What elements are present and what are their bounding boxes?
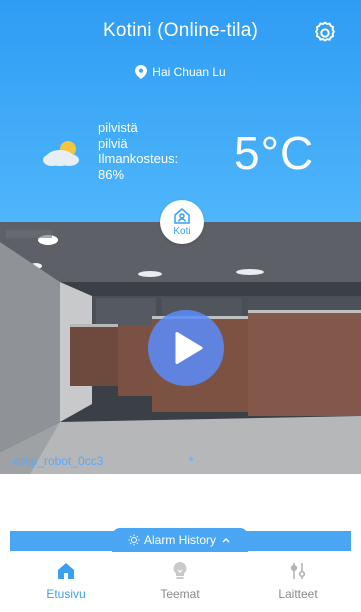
tab-home-label: Etusivu (46, 587, 86, 601)
alarm-history-button[interactable]: Alarm History (112, 528, 248, 552)
tab-home[interactable]: Etusivu (26, 560, 106, 601)
location-pin-icon (135, 65, 148, 79)
home-tab-icon (58, 563, 74, 579)
play-button[interactable] (148, 310, 224, 386)
home-button[interactable]: Koti (160, 200, 204, 244)
bulb-icon (128, 534, 140, 546)
weather-condition: pilvistä (98, 120, 138, 135)
partly-cloudy-icon (43, 141, 79, 166)
home-label: Koti (173, 226, 191, 237)
humidity-label: Ilmankosteus: (98, 151, 179, 166)
page-title: Kotini (Online-tila) (103, 20, 258, 41)
location: Hai Chuan Lu (0, 65, 361, 79)
tab-themes[interactable]: Teemat (140, 560, 220, 601)
play-icon (175, 332, 203, 364)
tab-devices-label: Laitteet (278, 587, 318, 601)
sliders-icon (290, 563, 306, 579)
camera-device-name: xmjp_robot_0cc3 (12, 454, 104, 468)
tab-devices[interactable]: Laitteet (258, 560, 338, 601)
weather-details: pilvistä pilviä Ilmankosteus: 86% (98, 120, 208, 182)
home-icon (174, 208, 190, 224)
weather-sky: pilviä (98, 135, 128, 151)
weather-header: Kotini (Online-tila) Hai Chuan Lu pilvis… (0, 0, 361, 222)
bottom-tab-bar: Etusivu Teemat Laitteet (0, 556, 361, 612)
gear-icon[interactable] (312, 20, 338, 46)
temperature: 5°C (234, 127, 315, 179)
alarm-history-label: Alarm History (143, 533, 216, 547)
page-indicator-dot (189, 457, 193, 461)
tab-themes-label: Teemat (160, 587, 200, 601)
humidity-value: 86% (98, 166, 125, 182)
chevron-up-icon (222, 538, 230, 543)
camera-preview[interactable]: xmjp_robot_0cc3 (0, 222, 361, 474)
location-label: Hai Chuan Lu (152, 65, 226, 79)
lightbulb-icon (173, 562, 187, 579)
